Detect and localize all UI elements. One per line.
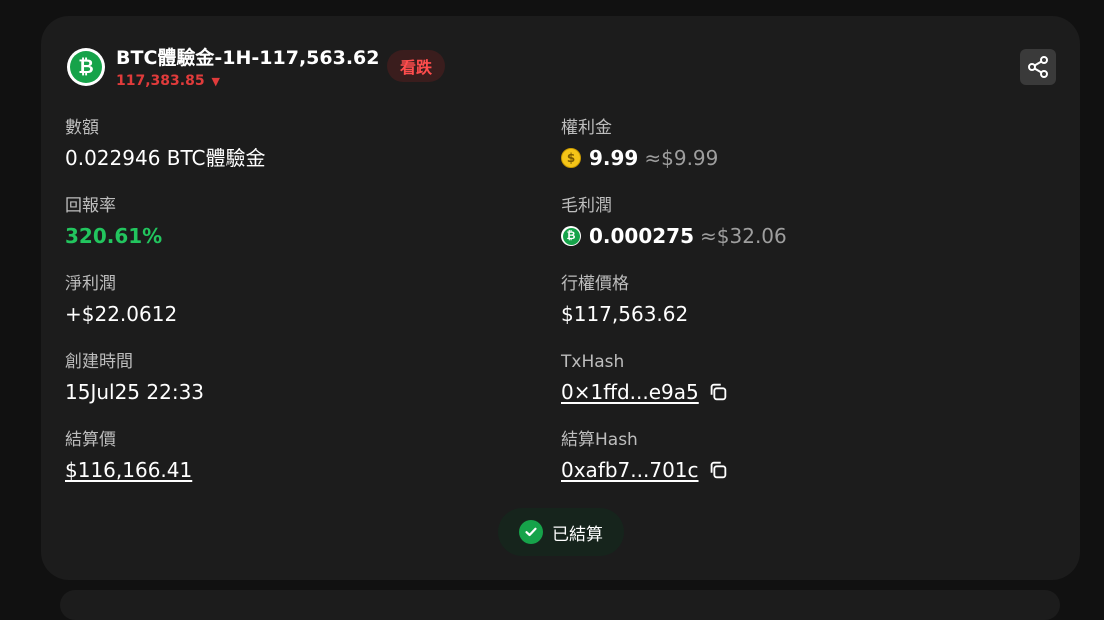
created-time-label: 創建時間 <box>65 352 133 372</box>
copy-icon[interactable] <box>707 459 729 481</box>
premium-approx: ≈$9.99 <box>644 146 719 170</box>
return-rate-field: 回報率 320.61% <box>65 195 162 249</box>
strike-price-value: $117,563.62 <box>561 302 689 326</box>
amount-label: 數額 <box>65 118 99 138</box>
settle-hash-field: 結算Hash 0xafb7...701c <box>561 429 729 483</box>
net-profit-value: +$22.0612 <box>65 302 178 326</box>
tx-hash-link[interactable]: 0×1ffd...e9a5 <box>561 379 699 405</box>
return-rate-value: 320.61% <box>65 224 163 248</box>
gross-profit-label: 毛利潤 <box>561 196 612 216</box>
share-icon <box>1028 56 1048 78</box>
btc-coin-icon: ₿ <box>67 48 105 86</box>
settle-hash-link[interactable]: 0xafb7...701c <box>561 457 699 483</box>
premium-amount: 9.99 <box>589 146 639 170</box>
direction-badge: 看跌 <box>387 50 446 82</box>
gross-profit-field: 毛利潤 ₿ 0.000275 ≈$32.06 <box>561 195 787 249</box>
order-card: ₿ BTC體驗金-1H-117,563.62 117,383.85 ▼ 看跌 數… <box>41 16 1080 580</box>
strike-price-field: 行權價格 $117,563.62 <box>561 273 688 327</box>
current-price: 117,383.85 ▼ <box>116 73 220 89</box>
return-rate-label: 回報率 <box>65 196 116 216</box>
current-price-value: 117,383.85 <box>116 73 205 89</box>
net-profit-field: 淨利潤 +$22.0612 <box>65 273 177 327</box>
share-button[interactable] <box>1020 49 1056 85</box>
settled-status-pill: 已結算 <box>498 508 624 556</box>
settlement-price-field: 結算價 $116,166.41 <box>65 429 192 483</box>
settlement-price-label: 結算價 <box>65 430 116 450</box>
gross-profit-approx: ≈$32.06 <box>700 224 787 248</box>
created-time-field: 創建時間 15Jul25 22:33 <box>65 351 204 405</box>
settlement-price-link[interactable]: $116,166.41 <box>65 457 192 483</box>
next-order-card <box>60 590 1060 620</box>
copy-icon[interactable] <box>707 381 729 403</box>
tx-hash-field: TxHash 0×1ffd...e9a5 <box>561 351 729 405</box>
btc-coin-icon: ₿ <box>561 226 581 246</box>
order-title: BTC體驗金-1H-117,563.62 <box>116 47 380 69</box>
amount-value: 0.022946 BTC體驗金 <box>65 146 266 170</box>
premium-label: 權利金 <box>561 118 612 138</box>
settle-hash-label: 結算Hash <box>561 430 638 450</box>
status-label: 已結算 <box>552 524 603 545</box>
gold-coin-icon: $ <box>561 148 581 168</box>
created-time-value: 15Jul25 22:33 <box>65 380 205 404</box>
check-circle-icon <box>519 520 543 544</box>
net-profit-label: 淨利潤 <box>65 274 116 294</box>
amount-field: 數額 0.022946 BTC體驗金 <box>65 117 266 171</box>
strike-price-label: 行權價格 <box>561 274 629 294</box>
gross-profit-amount: 0.000275 <box>589 224 695 248</box>
premium-field: 權利金 $ 9.99 ≈$9.99 <box>561 117 718 171</box>
tx-hash-label: TxHash <box>561 352 625 372</box>
down-arrow-icon: ▼ <box>211 75 220 88</box>
